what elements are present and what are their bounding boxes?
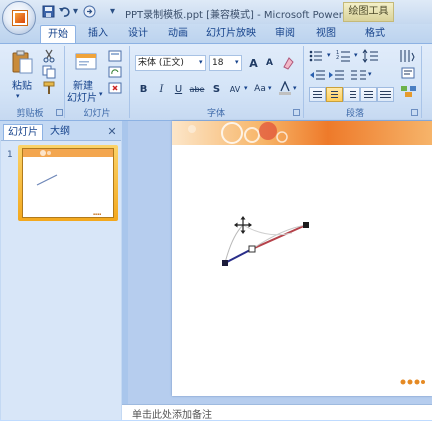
group-separator	[303, 46, 304, 118]
clipboard-launcher-icon[interactable]	[56, 109, 63, 116]
tab-design[interactable]: 设计	[123, 25, 153, 43]
curve-segment-red	[251, 224, 307, 250]
tab-view[interactable]: 视图	[311, 25, 341, 43]
slide-thumbnail[interactable]: ▪▪▪▪	[22, 148, 114, 218]
copy-icon[interactable]	[42, 65, 56, 79]
move-cursor-icon	[234, 216, 252, 234]
character-spacing-dropdown-icon[interactable]: ▾	[244, 84, 248, 92]
cut-icon[interactable]	[42, 49, 56, 63]
control-handle-line	[242, 224, 293, 236]
shrink-font-button[interactable]: A	[262, 55, 277, 70]
grow-font-button[interactable]: A	[246, 55, 261, 70]
font-launcher-icon[interactable]	[293, 109, 300, 116]
curve-vertex-handle-selected	[248, 245, 256, 253]
bullets-icon[interactable]	[309, 49, 327, 63]
clipboard-group-label: 剪贴板	[16, 109, 44, 119]
font-group-label: 字体	[206, 109, 225, 119]
group-separator	[129, 46, 130, 118]
bullets-dropdown-icon[interactable]: ▾	[327, 51, 331, 59]
tab-outline[interactable]: 大纲	[45, 124, 75, 140]
window-title: PPT录制模板.ppt [兼容模式] - Microsoft PowerP	[125, 10, 349, 21]
font-color-icon[interactable]	[278, 80, 292, 95]
office-logo-icon	[12, 10, 28, 26]
align-center-button[interactable]	[326, 87, 343, 102]
slides-group-label: 幻灯片	[83, 109, 111, 119]
numbering-dropdown-icon[interactable]: ▾	[354, 51, 358, 59]
distributed-button[interactable]	[377, 87, 394, 102]
smartart-icon[interactable]	[400, 84, 418, 98]
columns-dropdown-icon[interactable]: ▾	[368, 70, 372, 78]
font-size-dropdown-icon[interactable]: ▾	[235, 58, 239, 66]
curve-vertex-handle	[303, 222, 309, 228]
customize-qat-dropdown-icon[interactable]: ▾	[108, 5, 117, 18]
change-case-button[interactable]: Aa	[251, 81, 269, 96]
decrease-indent-icon[interactable]	[309, 68, 327, 82]
font-name-dropdown-icon[interactable]: ▾	[199, 58, 203, 66]
save-icon[interactable]	[42, 5, 55, 18]
layout-icon[interactable]	[108, 49, 122, 63]
font-color-dropdown-icon[interactable]: ▾	[293, 84, 297, 92]
character-spacing-button[interactable]: AV	[226, 81, 244, 96]
svg-text:▪▪▪▪: ▪▪▪▪	[93, 212, 101, 216]
paste-label[interactable]: 粘贴	[12, 77, 32, 92]
paragraph-group-label: 段落	[345, 109, 364, 119]
format-painter-icon[interactable]	[42, 81, 56, 95]
columns-icon[interactable]	[350, 68, 368, 82]
change-case-dropdown-icon[interactable]: ▾	[268, 84, 272, 92]
close-pane-icon[interactable]: ✕	[106, 125, 118, 139]
strikethrough-button[interactable]: abe	[188, 81, 206, 96]
underline-button[interactable]: U	[171, 81, 186, 96]
group-separator	[421, 46, 422, 118]
tab-animations[interactable]: 动画	[163, 25, 193, 43]
freeform-curve-drawing[interactable]	[172, 121, 432, 396]
delete-slide-icon[interactable]	[108, 81, 122, 95]
text-shadow-button[interactable]: S	[209, 81, 224, 96]
align-left-button[interactable]	[309, 87, 326, 102]
paragraph-launcher-icon[interactable]	[411, 109, 418, 116]
italic-button[interactable]: I	[154, 81, 169, 96]
undo-icon[interactable]	[58, 5, 71, 18]
tab-format[interactable]: 格式	[357, 25, 393, 43]
slide-footer-decoration	[400, 378, 426, 388]
undo-dropdown-icon[interactable]: ▾	[72, 5, 79, 18]
line-spacing-icon[interactable]	[362, 49, 380, 63]
svg-text:2: 2	[336, 55, 339, 61]
tab-home[interactable]: 开始	[40, 25, 76, 43]
office-button[interactable]	[2, 1, 36, 35]
justify-button[interactable]	[360, 87, 377, 102]
redo-icon[interactable]	[83, 5, 96, 18]
clear-formatting-icon[interactable]	[281, 56, 295, 70]
contextual-tab-drawing-tools: 绘图工具	[343, 2, 394, 22]
curve-vertex-handle	[222, 260, 228, 266]
tab-slide-show[interactable]: 幻灯片放映	[203, 25, 259, 43]
new-slide-icon[interactable]	[74, 50, 98, 74]
reset-slide-icon[interactable]	[108, 65, 122, 79]
increase-indent-icon[interactable]	[328, 68, 346, 82]
align-right-button[interactable]	[343, 87, 360, 102]
paste-dropdown-icon[interactable]: ▾	[16, 92, 20, 100]
tab-slides[interactable]: 幻灯片	[3, 124, 43, 140]
group-separator	[64, 46, 65, 118]
slide-number: 1	[7, 150, 13, 160]
tab-review[interactable]: 审阅	[270, 25, 300, 43]
new-slide-label-line2[interactable]: 幻灯片	[67, 89, 97, 104]
tab-insert[interactable]: 插入	[83, 25, 113, 43]
bold-button[interactable]: B	[136, 81, 151, 96]
text-direction-icon[interactable]	[398, 49, 416, 63]
font-name-field[interactable]: 宋体 (正文)	[135, 55, 206, 71]
new-slide-dropdown-icon[interactable]: ▾	[99, 90, 103, 98]
numbering-icon[interactable]: 12	[336, 49, 354, 63]
align-text-icon[interactable]	[400, 66, 418, 80]
paste-icon[interactable]	[10, 50, 34, 74]
